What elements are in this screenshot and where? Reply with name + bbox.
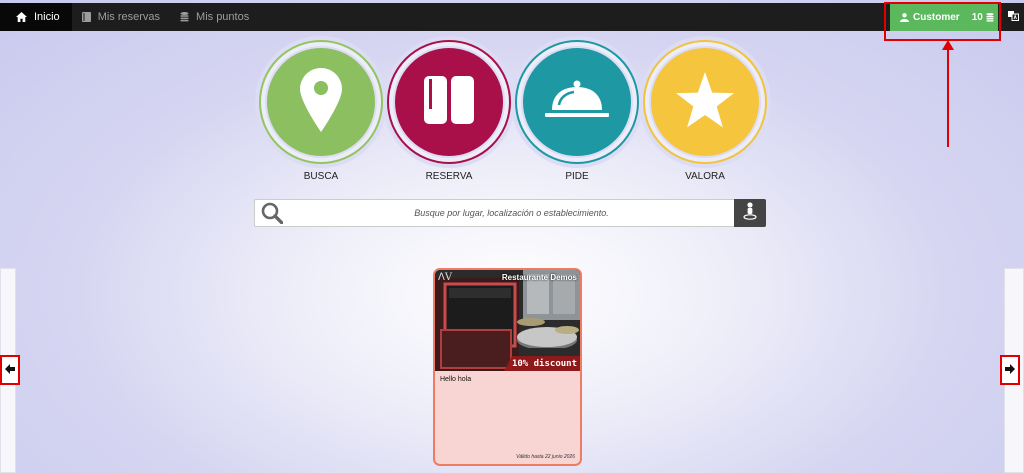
action-label: VALORA — [685, 171, 725, 182]
annotation-arrow-head — [942, 40, 954, 50]
home-icon — [16, 12, 27, 22]
arrow-left-icon — [5, 361, 15, 379]
map-pin-icon — [300, 67, 342, 137]
star-icon — [676, 71, 734, 133]
nav-item-label: Mis reservas — [97, 11, 161, 23]
translate-icon — [1008, 8, 1019, 26]
nav-item-inicio[interactable]: Inicio — [0, 3, 72, 31]
action-pide[interactable]: PIDE — [515, 40, 639, 182]
highlight-box — [884, 2, 1001, 41]
top-navbar: Inicio Mis reservas Mis puntos — [0, 3, 1024, 31]
carousel-next-button[interactable] — [1000, 355, 1020, 385]
valora-circle[interactable] — [643, 40, 767, 164]
action-label: RESERVA — [425, 171, 473, 182]
book-icon — [424, 75, 474, 129]
action-busca[interactable]: BUSCA — [259, 40, 383, 182]
book-icon — [81, 12, 91, 22]
offer-validity: Válido hasta 22 junio 2026 — [516, 454, 575, 460]
reserva-circle[interactable] — [387, 40, 511, 164]
coins-icon — [180, 12, 189, 22]
cloche-icon — [545, 80, 609, 125]
language-button[interactable] — [1003, 3, 1024, 31]
action-reserva[interactable]: RESERVA — [387, 40, 511, 182]
arrow-right-icon — [1005, 361, 1015, 379]
restaurant-card[interactable]: ⴷV Restaurante Demos 10% discount Hello … — [433, 268, 582, 466]
restaurant-logo: ⴷV — [438, 272, 453, 283]
nav-item-label: Mis puntos — [196, 11, 250, 23]
location-person-icon — [743, 201, 757, 225]
nav-item-label: Inicio — [34, 11, 60, 23]
locate-button[interactable] — [734, 199, 766, 227]
restaurant-name: Restaurante Demos — [501, 273, 577, 282]
search-input[interactable] — [289, 200, 734, 226]
discount-badge: 10% discount — [503, 356, 580, 371]
offer-description: Hello hola — [440, 376, 472, 383]
carousel-prev-button[interactable] — [0, 355, 20, 385]
annotation-arrow-line — [947, 44, 949, 147]
pide-circle[interactable] — [515, 40, 639, 164]
busca-circle[interactable] — [259, 40, 383, 164]
nav-item-mis-puntos[interactable]: Mis puntos — [170, 3, 259, 31]
search-bar — [254, 199, 766, 227]
action-label: PIDE — [565, 171, 589, 182]
search-icon[interactable] — [255, 200, 289, 226]
restaurant-photo: ⴷV Restaurante Demos 10% discount — [435, 270, 580, 371]
action-label: BUSCA — [303, 171, 339, 182]
action-valora[interactable]: VALORA — [643, 40, 767, 182]
nav-item-mis-reservas[interactable]: Mis reservas — [72, 3, 170, 31]
